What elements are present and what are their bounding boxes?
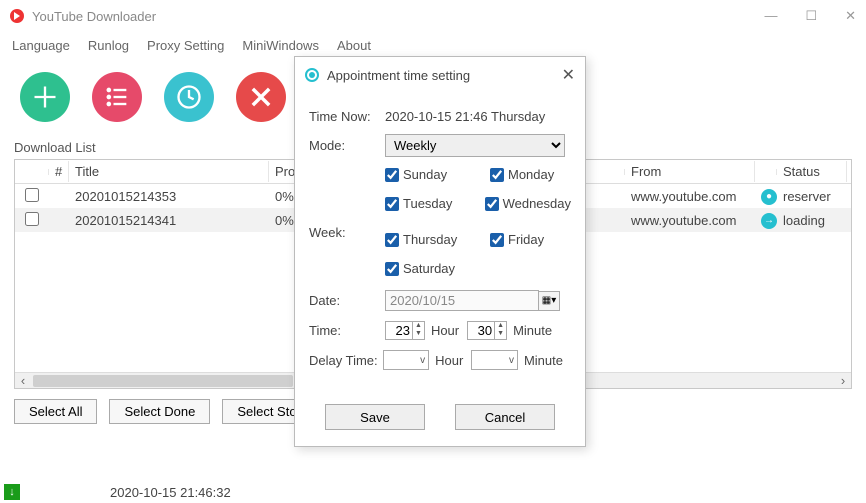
- remove-button[interactable]: [236, 72, 286, 122]
- dialog-titlebar: Appointment time setting ✕: [295, 57, 585, 93]
- cell-status: reserver: [777, 186, 847, 207]
- plus-icon: [31, 83, 59, 111]
- minimize-button[interactable]: —: [764, 8, 777, 24]
- col-num[interactable]: #: [49, 161, 69, 182]
- list-button[interactable]: [92, 72, 142, 122]
- clock-icon: [175, 83, 203, 111]
- calendar-button[interactable]: ▦▾: [538, 291, 560, 311]
- appointment-dialog: Appointment time setting ✕ Time Now: 202…: [294, 56, 586, 447]
- scroll-right-icon[interactable]: ›: [835, 373, 851, 388]
- menu-language[interactable]: Language: [12, 38, 70, 53]
- hour-unit: Hour: [431, 323, 459, 338]
- time-now-value: 2020-10-15 21:46 Thursday: [385, 109, 571, 124]
- schedule-button[interactable]: [164, 72, 214, 122]
- save-button[interactable]: Save: [325, 404, 425, 430]
- delay-minute-select[interactable]: v: [471, 350, 518, 370]
- menu-runlog[interactable]: Runlog: [88, 38, 129, 53]
- status-icon: →: [761, 213, 777, 229]
- select-all-button[interactable]: Select All: [14, 399, 97, 424]
- menubar: Language Runlog Proxy Setting MiniWindow…: [0, 32, 866, 58]
- date-label: Date:: [309, 293, 385, 308]
- col-checkbox[interactable]: [15, 169, 49, 175]
- cell-from: www.youtube.com: [625, 210, 755, 231]
- minute-up-icon[interactable]: ▲: [495, 322, 506, 330]
- cell-from: www.youtube.com: [625, 186, 755, 207]
- download-icon[interactable]: ↓: [4, 484, 20, 500]
- col-title[interactable]: Title: [69, 161, 269, 182]
- time-now-label: Time Now:: [309, 109, 385, 124]
- mode-label: Mode:: [309, 138, 385, 153]
- titlebar: YouTube Downloader — ☐ ✕: [0, 0, 866, 32]
- status-time: 2020-10-15 21:46:32: [110, 485, 231, 500]
- close-window-button[interactable]: ✕: [845, 8, 856, 24]
- delay-hour-unit: Hour: [435, 353, 463, 368]
- week-label: Week:: [309, 225, 385, 240]
- cell-title: 20201015214341: [69, 210, 269, 231]
- scroll-left-icon[interactable]: ‹: [15, 373, 31, 388]
- x-icon: [247, 83, 275, 111]
- delay-label: Delay Time:: [309, 353, 383, 368]
- cell-title: 20201015214353: [69, 186, 269, 207]
- week-checkboxes: Sunday Monday Tuesday Wednesday: [385, 167, 571, 211]
- scrollbar-thumb[interactable]: [33, 375, 293, 387]
- row-checkbox[interactable]: [25, 212, 39, 226]
- dialog-icon: [305, 68, 319, 82]
- dialog-title: Appointment time setting: [327, 68, 470, 83]
- hour-spinner[interactable]: ▲▼: [385, 321, 425, 340]
- saturday-checkbox[interactable]: Saturday: [385, 261, 475, 276]
- dialog-close-button[interactable]: ✕: [562, 65, 575, 85]
- cell-status: loading: [777, 210, 847, 231]
- status-icon: ●: [761, 189, 777, 205]
- time-label: Time:: [309, 323, 385, 338]
- menu-about[interactable]: About: [337, 38, 371, 53]
- sunday-checkbox[interactable]: Sunday: [385, 167, 466, 182]
- menu-proxy[interactable]: Proxy Setting: [147, 38, 224, 53]
- thursday-checkbox[interactable]: Thursday: [385, 232, 466, 247]
- delay-hour-select[interactable]: v: [383, 350, 430, 370]
- statusbar: ↓ 2020-10-15 21:46:32: [0, 481, 866, 503]
- delay-minute-unit: Minute: [524, 353, 563, 368]
- mode-select[interactable]: Weekly: [385, 134, 565, 157]
- friday-checkbox[interactable]: Friday: [490, 232, 571, 247]
- app-title: YouTube Downloader: [32, 9, 156, 24]
- cancel-button[interactable]: Cancel: [455, 404, 555, 430]
- dialog-footer: Save Cancel: [295, 392, 585, 446]
- hour-up-icon[interactable]: ▲: [413, 322, 424, 330]
- minute-down-icon[interactable]: ▼: [495, 330, 506, 338]
- minute-unit: Minute: [513, 323, 552, 338]
- hour-down-icon[interactable]: ▼: [413, 330, 424, 338]
- col-status[interactable]: Status: [777, 161, 847, 182]
- select-done-button[interactable]: Select Done: [109, 399, 210, 424]
- col-status-icon: [755, 169, 777, 175]
- monday-checkbox[interactable]: Monday: [490, 167, 571, 182]
- dialog-body: Time Now: 2020-10-15 21:46 Thursday Mode…: [295, 93, 585, 392]
- tuesday-checkbox[interactable]: Tuesday: [385, 196, 461, 211]
- add-button[interactable]: [20, 72, 70, 122]
- date-input[interactable]: [385, 290, 539, 311]
- row-checkbox[interactable]: [25, 188, 39, 202]
- list-icon: [103, 83, 131, 111]
- wednesday-checkbox[interactable]: Wednesday: [485, 196, 571, 211]
- window-controls: — ☐ ✕: [764, 8, 856, 24]
- app-icon: [10, 9, 24, 23]
- minute-spinner[interactable]: ▲▼: [467, 321, 507, 340]
- maximize-button[interactable]: ☐: [805, 8, 817, 24]
- col-from[interactable]: From: [625, 161, 755, 182]
- menu-miniwindows[interactable]: MiniWindows: [242, 38, 319, 53]
